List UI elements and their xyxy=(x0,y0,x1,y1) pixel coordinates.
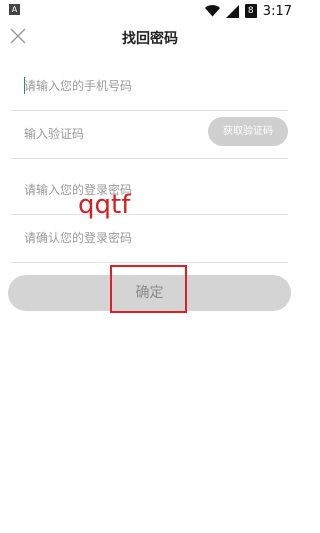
password-row xyxy=(10,166,288,215)
code-row: 获取验证码 xyxy=(10,110,288,159)
signal-icon xyxy=(225,4,239,18)
confirm-password-input[interactable] xyxy=(24,226,264,250)
phone-row xyxy=(10,62,288,111)
confirm-password-row xyxy=(10,214,288,263)
wifi-icon xyxy=(204,5,220,17)
app-notification-icon: A xyxy=(9,4,20,15)
verification-code-input[interactable] xyxy=(24,122,184,146)
password-input[interactable] xyxy=(24,178,264,202)
phone-input[interactable] xyxy=(24,74,264,98)
watermark-text: qqtf xyxy=(78,190,131,220)
status-time: 3:17 xyxy=(262,3,292,19)
status-icons: 8 3:17 xyxy=(204,2,292,20)
page-title: 找回密码 xyxy=(122,31,178,47)
battery-icon: 8 xyxy=(244,4,257,18)
status-bar: A 8 3:17 xyxy=(0,0,300,22)
highlight-box xyxy=(110,265,187,313)
get-code-button[interactable]: 获取验证码 xyxy=(208,117,288,146)
header: 找回密码 xyxy=(0,22,300,54)
